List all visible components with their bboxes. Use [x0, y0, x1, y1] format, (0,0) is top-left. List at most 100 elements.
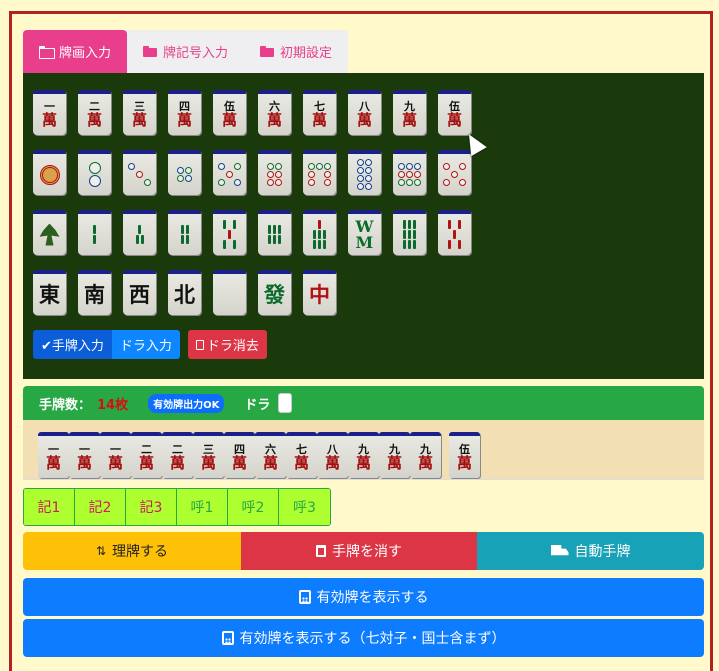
pin-8-tile[interactable] [348, 150, 381, 195]
dora-input-button[interactable]: ドラ入力 [111, 330, 180, 359]
man-tile-row: 一萬二萬三萬四萬伍萬六萬七萬八萬九萬伍萬 [33, 90, 471, 135]
pin-3-tile[interactable] [123, 150, 156, 195]
sou-9-tile[interactable] [393, 210, 426, 255]
hand-6-tile[interactable]: 三萬 [193, 432, 224, 478]
south-tile[interactable]: 南 [78, 270, 111, 315]
tile-number: 四 [234, 442, 245, 456]
tile-suit: 萬 [262, 453, 278, 472]
pin-5-red-tile[interactable] [438, 150, 471, 195]
memo-button-6[interactable]: 呼3 [279, 489, 330, 525]
red-dragon-tile[interactable]: 中 [303, 270, 336, 315]
pin-2-tile[interactable] [78, 150, 111, 195]
white-dragon-tile[interactable] [213, 270, 246, 315]
tile-character: 南 [84, 282, 105, 307]
dora-clear-button[interactable]: ドラ消去 [187, 330, 267, 359]
tile-palette: 一萬二萬三萬四萬伍萬六萬七萬八萬九萬伍萬 WM 東 南 西 北 發 中 ✔手牌入… [23, 73, 704, 379]
pin-1-tile[interactable] [33, 150, 66, 195]
tile-character: 中 [309, 282, 330, 307]
pin-6-tile[interactable] [258, 150, 291, 195]
west-tile[interactable]: 西 [123, 270, 156, 315]
tile-number: 伍 [459, 442, 470, 456]
tab-tile-symbol-input[interactable]: 牌記号入力 [127, 30, 244, 73]
main-frame: 牌画入力 牌記号入力 初期設定 一萬二萬三萬四萬伍萬六萬七萬八萬九萬伍萬 W M… [9, 11, 713, 671]
man-4-tile[interactable]: 四萬 [168, 90, 201, 135]
clear-hand-button[interactable]: 手牌を消す [241, 532, 477, 570]
hand-12-tile[interactable]: 九萬 [379, 432, 410, 478]
tile-number: 一 [79, 442, 90, 456]
tile-character: 北 [174, 282, 195, 307]
hand-9-tile[interactable]: 七萬 [286, 432, 317, 478]
pin-5-tile[interactable] [213, 150, 246, 195]
show-effective-tiles-button[interactable]: 有効牌を表示する [23, 578, 704, 616]
sort-hand-button[interactable]: ⇅ 理牌する [23, 532, 241, 570]
sou-6-tile[interactable] [258, 210, 291, 255]
hand-area: 一萬一萬一萬二萬二萬三萬四萬六萬七萬八萬九萬九萬九萬伍萬 [23, 420, 704, 480]
truck-icon [550, 545, 569, 556]
folder-open-icon [39, 46, 55, 59]
pin-4-tile[interactable] [168, 150, 201, 195]
sort-label: 理牌する [112, 544, 169, 560]
tile-number: 三 [203, 442, 214, 456]
man-1-tile[interactable]: 一萬 [33, 90, 66, 135]
hand-5-tile[interactable]: 二萬 [162, 432, 193, 478]
east-tile[interactable]: 東 [33, 270, 66, 315]
tile-suit: 萬 [355, 453, 371, 472]
show-effective-tiles-alt-button[interactable]: 有効牌を表示する（七対子・国士含まず） [23, 619, 704, 657]
tile-character: 西 [129, 282, 150, 307]
green-dragon-tile[interactable]: 發 [258, 270, 291, 315]
memo-button-2[interactable]: 記2 [75, 489, 126, 525]
man-7-tile[interactable]: 七萬 [303, 90, 336, 135]
hand-2-tile[interactable]: 一萬 [69, 432, 100, 478]
sou-4-tile[interactable] [168, 210, 201, 255]
effective-output-badge: 有効牌出力OK [148, 393, 225, 413]
hand-11-tile[interactable]: 九萬 [348, 432, 379, 478]
man-8-tile[interactable]: 八萬 [348, 90, 381, 135]
hand-4-tile[interactable]: 二萬 [131, 432, 162, 478]
folder-icon [260, 46, 275, 57]
memo-button-3[interactable]: 記3 [126, 489, 177, 525]
memo-button-1[interactable]: 記1 [24, 489, 75, 525]
hand-10-tile[interactable]: 八萬 [317, 432, 348, 478]
tile-suit: 萬 [293, 453, 309, 472]
man-5-tile[interactable]: 伍萬 [213, 90, 246, 135]
tile-suit: 萬 [176, 111, 192, 129]
pin-9-tile[interactable] [393, 150, 426, 195]
hand-tiles: 一萬一萬一萬二萬二萬三萬四萬六萬七萬八萬九萬九萬九萬伍萬 [38, 432, 480, 478]
memo-button-4[interactable]: 呼1 [177, 489, 228, 525]
sou-2-tile[interactable] [78, 210, 111, 255]
pin-7-tile[interactable] [303, 150, 336, 195]
hand-1-tile[interactable]: 一萬 [38, 432, 69, 478]
tile-suit: 萬 [386, 453, 402, 472]
sou-5-red-tile[interactable] [438, 210, 471, 255]
tile-number: 八 [327, 442, 338, 456]
man-9-tile[interactable]: 九萬 [393, 90, 426, 135]
tab-initial-settings[interactable]: 初期設定 [244, 30, 348, 73]
sou-3-tile[interactable] [123, 210, 156, 255]
dora-indicator-slot[interactable] [278, 393, 293, 413]
man-2-tile[interactable]: 二萬 [78, 90, 111, 135]
trash-icon [316, 545, 326, 557]
tile-suit: 萬 [356, 111, 372, 129]
sou-7-tile[interactable] [303, 210, 336, 255]
man-10-tile[interactable]: 伍萬 [438, 90, 471, 135]
drawn-tile[interactable]: 伍萬 [449, 432, 480, 478]
tile-suit: 萬 [231, 453, 247, 472]
man-3-tile[interactable]: 三萬 [123, 90, 156, 135]
man-6-tile[interactable]: 六萬 [258, 90, 291, 135]
sou-8-tile[interactable]: WM [348, 210, 381, 255]
hand-8-tile[interactable]: 六萬 [255, 432, 286, 478]
tile-character: 東 [39, 282, 60, 307]
input-mode-group: ✔手牌入力 ドラ入力 [33, 330, 180, 359]
hand-7-tile[interactable]: 四萬 [224, 432, 255, 478]
hand-input-button[interactable]: ✔手牌入力 [33, 330, 112, 359]
trash-icon [195, 339, 204, 350]
sou-1-tile[interactable] [33, 210, 66, 255]
sou-5-tile[interactable] [213, 210, 246, 255]
auto-hand-button[interactable]: 自動手牌 [477, 532, 704, 570]
north-tile[interactable]: 北 [168, 270, 201, 315]
tab-tile-image-input[interactable]: 牌画入力 [23, 30, 128, 73]
tile-suit: 萬 [417, 453, 433, 472]
hand-13-tile[interactable]: 九萬 [410, 432, 441, 478]
memo-button-5[interactable]: 呼2 [228, 489, 279, 525]
hand-3-tile[interactable]: 一萬 [100, 432, 131, 478]
